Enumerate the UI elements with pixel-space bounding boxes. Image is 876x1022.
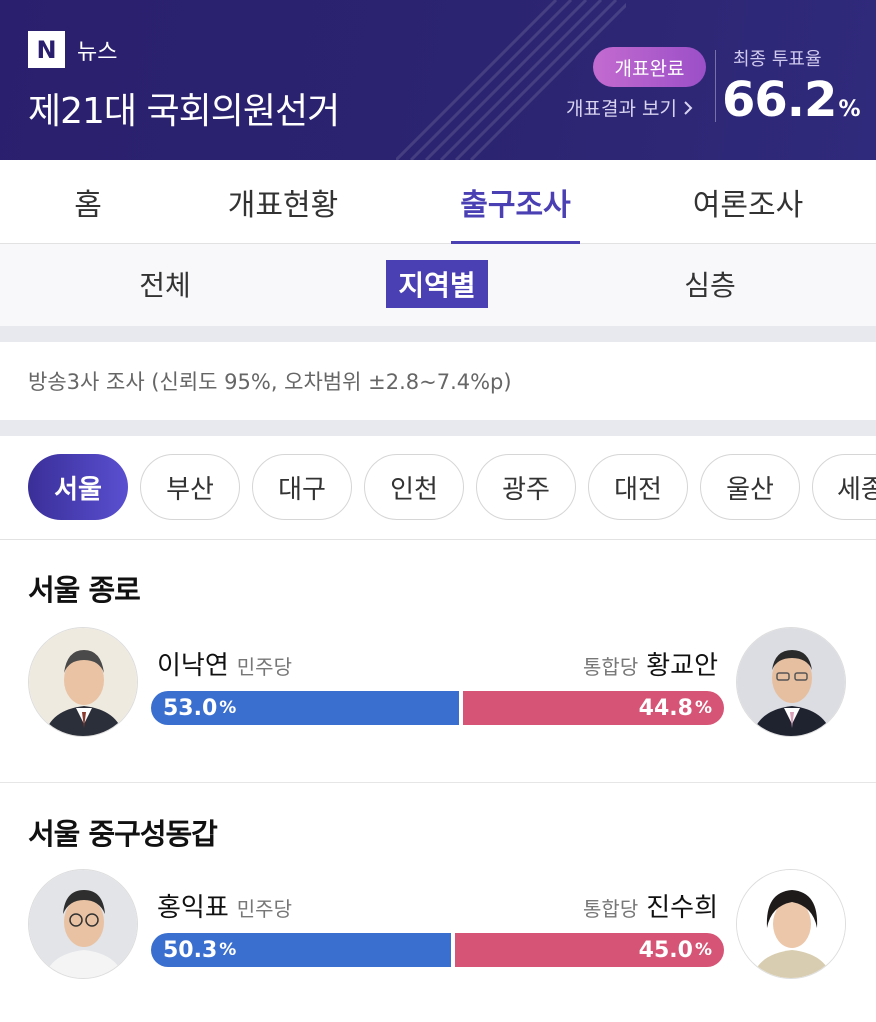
subtab-in-depth[interactable]: 심층 — [665, 260, 755, 308]
vote-share-bar: 50.3% 45.0% — [151, 933, 724, 967]
region-chip-seoul[interactable]: 서울 — [28, 454, 128, 520]
party-name: 민주당 — [236, 655, 292, 679]
turnout-unit: % — [838, 97, 860, 122]
percent-sign: % — [694, 940, 712, 960]
subtab-all[interactable]: 전체 — [120, 260, 210, 308]
person-avatar-icon — [29, 870, 137, 978]
region-chip-sejong[interactable]: 세종 — [812, 454, 876, 520]
sub-tabs: 전체 지역별 심층 — [0, 244, 876, 326]
tab-count-status[interactable]: 개표현황 — [218, 160, 348, 244]
region-chips: 서울 부산 대구 인천 광주 대전 울산 세종 — [0, 436, 876, 540]
vote-share-bar: 53.0% 44.8% — [151, 691, 724, 725]
left-share-value: 50.3 — [163, 937, 218, 963]
candidate-right: 통합당 황교안 — [583, 645, 718, 682]
right-share-value: 44.8 — [638, 695, 693, 721]
race-card: 서울 종로 이낙연 민주당 통합당 황교안 53.0% 44.8% — [0, 541, 876, 782]
subtab-by-region[interactable]: 지역별 — [386, 260, 488, 308]
candidate-name: 황교안 — [646, 651, 718, 681]
view-results-label: 개표결과 보기 — [566, 98, 677, 120]
candidate-left: 이낙연 민주당 — [157, 645, 292, 682]
region-chip-daejeon[interactable]: 대전 — [588, 454, 688, 520]
party-name: 민주당 — [236, 897, 292, 921]
election-header: N 뉴스 제21대 국회의원선거 개표완료 개표결과 보기 최종 투표율 66.… — [0, 0, 876, 160]
percent-sign: % — [219, 940, 237, 960]
candidate-left: 홍익표 민주당 — [157, 887, 292, 924]
survey-note: 방송3사 조사 (신뢰도 95%, 오차범위 ±2.8~7.4%p) — [0, 342, 876, 420]
tab-exit-poll[interactable]: 출구조사 — [451, 160, 580, 245]
tab-opinion-poll[interactable]: 여론조사 — [683, 160, 813, 244]
section-gap — [0, 420, 876, 436]
race-card: 서울 중구성동갑 홍익표 민주당 통합당 진수희 50.3% 45.0% — [0, 783, 876, 1022]
candidate-photo-left — [28, 627, 138, 737]
race-title: 서울 중구성동갑 — [28, 817, 218, 851]
region-chip-busan[interactable]: 부산 — [140, 454, 240, 520]
turnout-number: 66.2 — [722, 72, 837, 128]
candidate-photo-left — [28, 869, 138, 979]
header-divider — [715, 50, 716, 122]
turnout-label: 최종 투표율 — [733, 49, 822, 70]
brand-name: 뉴스 — [77, 39, 118, 65]
region-chip-incheon[interactable]: 인천 — [364, 454, 464, 520]
percent-sign: % — [219, 698, 237, 718]
left-share-bar: 50.3% — [151, 933, 451, 967]
candidate-name: 홍익표 — [157, 893, 229, 923]
race-title: 서울 종로 — [28, 573, 141, 607]
main-tabs: 홈 개표현황 출구조사 여론조사 — [0, 160, 876, 245]
candidate-name: 진수희 — [646, 893, 718, 923]
region-chip-daegu[interactable]: 대구 — [252, 454, 352, 520]
percent-sign: % — [694, 698, 712, 718]
person-avatar-icon — [737, 628, 845, 736]
turnout-value: 66.2% — [722, 72, 860, 128]
count-status-badge: 개표완료 — [593, 47, 706, 87]
candidate-photo-right — [736, 627, 846, 737]
header-decoration — [396, 0, 626, 160]
candidate-right: 통합당 진수희 — [583, 887, 718, 924]
candidate-name: 이낙연 — [157, 651, 229, 681]
page-title: 제21대 국회의원선거 — [28, 91, 340, 132]
section-gap — [0, 326, 876, 342]
right-share-bar: 44.8% — [463, 691, 724, 725]
chevron-right-icon — [684, 100, 693, 115]
naver-logo-icon: N — [28, 31, 65, 68]
person-avatar-icon — [737, 870, 845, 978]
left-share-bar: 53.0% — [151, 691, 459, 725]
brand[interactable]: N 뉴스 — [28, 31, 117, 68]
person-avatar-icon — [29, 628, 137, 736]
party-name: 통합당 — [583, 655, 639, 679]
view-results-link[interactable]: 개표결과 보기 — [566, 94, 693, 121]
tab-home[interactable]: 홈 — [28, 160, 148, 244]
right-share-bar: 45.0% — [455, 933, 724, 967]
region-chip-gwangju[interactable]: 광주 — [476, 454, 576, 520]
right-share-value: 45.0 — [638, 937, 693, 963]
region-chip-ulsan[interactable]: 울산 — [700, 454, 800, 520]
left-share-value: 53.0 — [163, 695, 218, 721]
party-name: 통합당 — [583, 897, 639, 921]
candidate-photo-right — [736, 869, 846, 979]
